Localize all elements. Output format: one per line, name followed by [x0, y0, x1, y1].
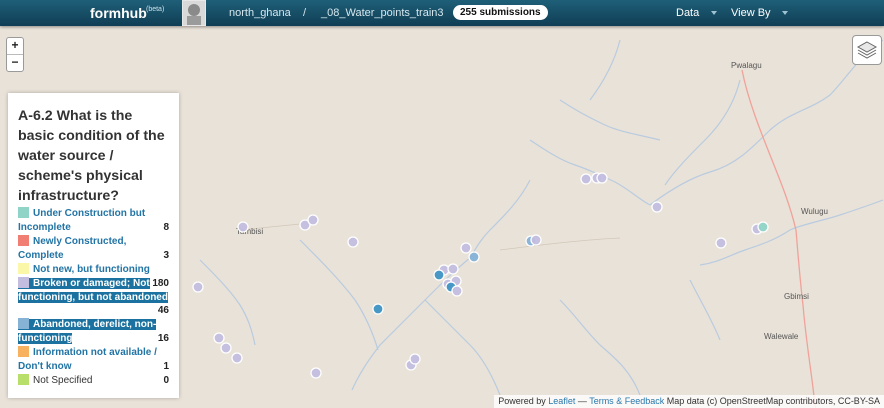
- legend-item-count: 180: [152, 278, 169, 289]
- submission-point[interactable]: [213, 332, 225, 344]
- view-by-chevron-down-icon: [782, 11, 788, 15]
- legend-swatch: [18, 318, 29, 329]
- legend-item-label: Under Construction but Incomplete: [18, 208, 146, 233]
- legend-item-count: 16: [157, 333, 169, 344]
- beta-label: (beta): [146, 6, 165, 13]
- legend-swatch: [18, 277, 29, 288]
- legend-item-count: 1: [163, 361, 169, 372]
- legend-item-label: Not Specified: [33, 375, 93, 386]
- avatar-image: [183, 1, 205, 25]
- top-navbar: formhub (beta) north_ghana / _08_Water_p…: [0, 0, 884, 26]
- submissions-badge: 255 submissions: [453, 5, 548, 20]
- submission-point[interactable]: [220, 342, 232, 354]
- submission-point[interactable]: [409, 353, 421, 365]
- layers-icon: [856, 41, 878, 59]
- legend-item-count: 0: [163, 375, 169, 386]
- legend-swatch: [18, 263, 29, 274]
- legend-swatch: [18, 207, 29, 218]
- legend-item[interactable]: Broken or damaged; Not functioning, but …: [18, 277, 169, 318]
- breadcrumb-account[interactable]: north_ghana: [229, 7, 291, 19]
- submission-point[interactable]: [237, 221, 249, 233]
- legend-item[interactable]: Information not available / Don't know 1: [18, 346, 169, 374]
- zoom-out-button[interactable]: −: [7, 54, 23, 71]
- legend-item-label: Newly Constructed, Complete: [18, 236, 127, 261]
- submission-point[interactable]: [447, 263, 459, 275]
- legend-item[interactable]: Not new, but functioning: [18, 263, 169, 277]
- legend-item-label: Abandoned, derelict, non-functioning: [18, 319, 157, 344]
- legend-swatch: [18, 374, 29, 385]
- submission-point[interactable]: [310, 367, 322, 379]
- legend-item[interactable]: Under Construction but Incomplete 8: [18, 207, 169, 235]
- attribution-dash: —: [577, 396, 587, 406]
- legend-panel: A-6.2 What is the basic condition of the…: [8, 93, 179, 398]
- map-attribution: Powered by Leaflet — Terms & Feedback Ma…: [494, 395, 884, 408]
- submission-point[interactable]: [307, 214, 319, 226]
- data-menu-chevron-down-icon: [711, 11, 717, 15]
- breadcrumb-form[interactable]: _08_Water_points_train3: [321, 7, 444, 19]
- submission-point[interactable]: [757, 221, 769, 233]
- submission-point[interactable]: [192, 281, 204, 293]
- submission-point[interactable]: [651, 201, 663, 213]
- submission-point[interactable]: [468, 251, 480, 263]
- data-menu[interactable]: Data: [676, 7, 699, 19]
- avatar[interactable]: [182, 0, 206, 26]
- legend-item-label: Not new, but functioning: [33, 264, 150, 275]
- submission-point[interactable]: [715, 237, 727, 249]
- submission-point[interactable]: [372, 303, 384, 315]
- legend-question: A-6.2 What is the basic condition of the…: [18, 108, 165, 204]
- legend-item-count: 8: [163, 222, 169, 233]
- layers-button[interactable]: [852, 35, 882, 65]
- legend-item[interactable]: Not Specified 0: [18, 374, 169, 388]
- attribution-powered: Powered by: [498, 396, 546, 406]
- legend-item-count: 46: [157, 305, 169, 316]
- legend-swatch: [18, 346, 29, 357]
- legend-swatch: [18, 235, 29, 246]
- submission-point[interactable]: [433, 269, 445, 281]
- breadcrumb-separator: /: [303, 7, 307, 19]
- zoom-in-button[interactable]: +: [7, 38, 23, 54]
- attribution-mapdata: Map data (c) OpenStreetMap contributors,…: [666, 396, 880, 406]
- submission-point[interactable]: [460, 242, 472, 254]
- submission-point[interactable]: [231, 352, 243, 364]
- brand-logo[interactable]: formhub: [90, 5, 147, 21]
- submission-point[interactable]: [451, 285, 463, 297]
- legend-item-label: Broken or damaged; Not functioning, but …: [18, 278, 168, 303]
- submission-point[interactable]: [580, 173, 592, 185]
- terms-feedback-link[interactable]: Terms & Feedback: [589, 396, 664, 406]
- leaflet-link[interactable]: Leaflet: [548, 396, 575, 406]
- legend-item-label: Information not available / Don't know: [18, 347, 157, 372]
- submission-point[interactable]: [530, 234, 542, 246]
- submission-point[interactable]: [347, 236, 359, 248]
- submission-point[interactable]: [596, 172, 608, 184]
- view-by-menu[interactable]: View By: [731, 7, 771, 19]
- zoom-control: + −: [6, 37, 24, 72]
- legend-item-count: 3: [163, 250, 169, 261]
- legend-item[interactable]: Newly Constructed, Complete 3: [18, 235, 169, 263]
- legend-item[interactable]: Abandoned, derelict, non-functioning 16: [18, 318, 169, 346]
